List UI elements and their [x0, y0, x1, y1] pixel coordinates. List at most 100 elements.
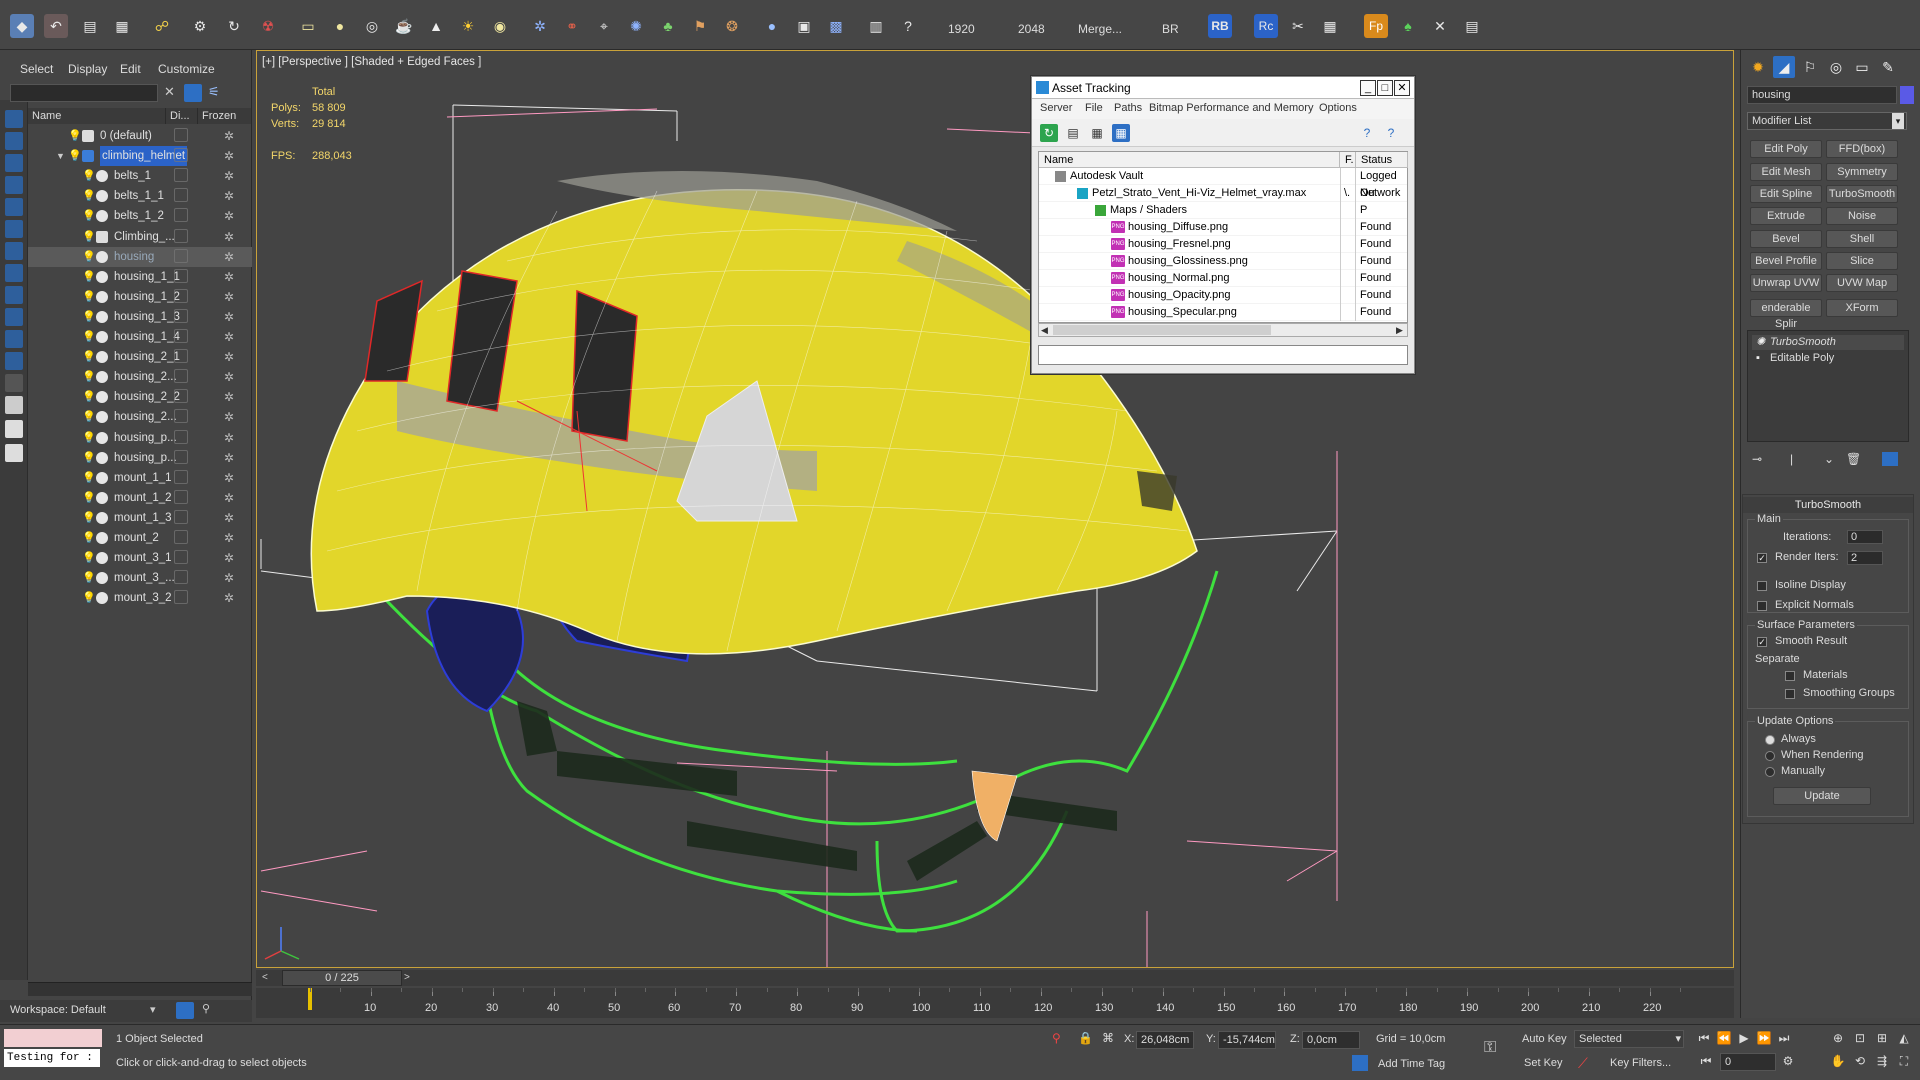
menu-edit[interactable]: Edit [120, 62, 141, 76]
freeze-icon[interactable]: ✲ [224, 508, 234, 528]
materials-checkbox[interactable] [1785, 671, 1795, 681]
list-view-icon[interactable]: ▤ [1064, 124, 1082, 142]
workspace-selector[interactable]: Workspace: Default ▾ ⚲ [0, 1000, 252, 1022]
table-icon[interactable]: ▦ [1318, 14, 1342, 38]
asset-row[interactable]: PNG housing_Specular.png Found [1039, 304, 1407, 321]
display-toggle-icon[interactable] [174, 148, 188, 162]
tree-row[interactable]: 💡 mount_3_... ✲ [28, 568, 252, 588]
asset-menu-file[interactable]: File [1085, 102, 1103, 114]
display-toggle-icon[interactable] [174, 389, 188, 403]
wrench-icon[interactable]: ✕ [1428, 14, 1452, 38]
tree-row[interactable]: 💡 mount_3_2 ✲ [28, 588, 252, 608]
freeze-icon[interactable]: ✲ [224, 186, 234, 206]
filter-shapes-icon[interactable] [5, 132, 23, 150]
object-name-field[interactable]: housing [1747, 86, 1897, 104]
tree-row[interactable]: 💡 housing_2... ✲ [28, 367, 252, 387]
freeze-icon[interactable]: ✲ [224, 126, 234, 146]
tree-row[interactable]: 💡 housing_p... ✲ [28, 428, 252, 448]
visibility-bulb-icon[interactable]: 💡 [82, 231, 96, 243]
freeze-icon[interactable]: ✲ [224, 428, 234, 448]
print-size-icon[interactable]: ▥ [864, 14, 888, 38]
freeze-icon[interactable]: ✲ [224, 568, 234, 588]
filter-cameras-icon[interactable] [5, 176, 23, 194]
asset-row[interactable]: PNG housing_Diffuse.png Found [1039, 219, 1407, 236]
visibility-bulb-icon[interactable]: 💡 [82, 512, 96, 524]
tree-row[interactable]: 💡 Climbing_... ✲ [28, 227, 252, 247]
filter-toggle-icon[interactable] [184, 84, 202, 102]
tree-row[interactable]: 💡 housing_2... ✲ [28, 407, 252, 427]
asset-column-status[interactable]: Status [1356, 152, 1408, 168]
manually-radio[interactable] [1765, 767, 1775, 777]
display-toggle-icon[interactable] [174, 430, 188, 444]
display-toggle-icon[interactable] [174, 409, 188, 423]
next-frame-icon[interactable]: ⏩ [1756, 1030, 1772, 1046]
maximize-button[interactable]: □ [1377, 80, 1393, 96]
zoom-icon[interactable]: ⊕ [1830, 1030, 1846, 1046]
thumbnail-view-icon[interactable]: ▦ [1088, 124, 1106, 142]
sun-icon[interactable]: ☀ [456, 14, 480, 38]
display-toggle-icon[interactable] [174, 590, 188, 604]
rc-button[interactable]: Rc [1254, 14, 1278, 38]
remove-modifier-icon[interactable]: 🗑 [1846, 452, 1861, 466]
maxscript-input[interactable]: Testing for : [4, 1049, 100, 1067]
modifier-button[interactable]: Edit Spline [1750, 185, 1822, 203]
bind-icon[interactable]: ⚙ [188, 14, 212, 38]
display-toggle-icon[interactable] [174, 208, 188, 222]
visibility-bulb-icon[interactable]: 💡 [82, 432, 96, 444]
visibility-bulb-icon[interactable]: 💡 [82, 170, 96, 182]
visibility-bulb-icon[interactable]: 💡 [68, 130, 82, 142]
time-prev-icon[interactable]: < [262, 972, 268, 983]
asset-tracking-title[interactable]: Asset Tracking [1032, 77, 1414, 99]
hr-icon[interactable]: ⚑ [688, 14, 712, 38]
tree-icon[interactable]: ♠ [1396, 14, 1420, 38]
render-height[interactable]: 2048 [1018, 22, 1045, 36]
help-icon[interactable]: ? [896, 14, 920, 38]
tree-row[interactable]: 💡 housing_2_2 ✲ [28, 387, 252, 407]
rb-button[interactable]: RB [1208, 14, 1232, 38]
visibility-bulb-icon[interactable]: 💡 [82, 411, 96, 423]
key-icon[interactable]: ⚿ [1484, 1039, 1496, 1057]
display-toggle-icon[interactable] [174, 349, 188, 363]
add-time-tag[interactable]: Add Time Tag [1378, 1058, 1445, 1070]
refresh-icon[interactable]: ↻ [1040, 124, 1058, 142]
maxscript-listener-pink[interactable] [4, 1029, 102, 1047]
display-toggle-icon[interactable] [174, 490, 188, 504]
filter-all-icon[interactable] [5, 374, 23, 392]
freeze-icon[interactable]: ✲ [224, 146, 234, 166]
asset-horizontal-scrollbar[interactable]: ◀ ▶ [1038, 323, 1408, 337]
cone-icon[interactable]: ▲ [424, 14, 448, 38]
visibility-bulb-icon[interactable]: 💡 [82, 311, 96, 323]
viewport-label[interactable]: [+] [Perspective ] [Shaded + Edged Faces… [262, 56, 481, 68]
asset-menu-bitmap[interactable]: Bitmap Performance and Memory [1149, 102, 1313, 114]
modifier-button[interactable]: Slice [1826, 252, 1898, 270]
visibility-bulb-icon[interactable]: 💡 [82, 572, 96, 584]
doc-icon[interactable]: ▤ [78, 14, 102, 38]
freeze-icon[interactable]: ✲ [224, 367, 234, 387]
scroll-left-icon[interactable]: ◀ [1041, 325, 1048, 336]
context-help-icon[interactable]: ? [1382, 124, 1400, 142]
go-to-start-icon[interactable]: ⏮ [1696, 1030, 1712, 1046]
asset-column-f[interactable]: F. [1340, 152, 1356, 168]
tree-row[interactable]: 💡 mount_2 ✲ [28, 528, 252, 548]
tree-row[interactable]: 💡 housing ✲ [28, 247, 252, 267]
br-button[interactable]: BR [1162, 22, 1179, 36]
hair-icon[interactable]: ✺ [624, 14, 648, 38]
visibility-bulb-icon[interactable]: 💡 [82, 251, 96, 263]
auto-key-button[interactable]: Auto Key [1522, 1033, 1567, 1045]
pin-stack-icon[interactable]: ⊸ [1752, 452, 1762, 466]
iterations-spinner[interactable]: 0 [1847, 530, 1883, 544]
visibility-bulb-icon[interactable]: 💡 [82, 472, 96, 484]
rollout-title[interactable]: TurboSmooth [1743, 497, 1913, 513]
display-toggle-icon[interactable] [174, 229, 188, 243]
filter-none-icon[interactable] [5, 396, 23, 414]
minimize-button[interactable]: _ [1360, 80, 1376, 96]
asset-menu-server[interactable]: Server [1040, 102, 1072, 114]
stack-item-turbosmooth[interactable]: ✺ TurboSmooth [1752, 335, 1904, 350]
filter-frozen-icon[interactable] [5, 330, 23, 348]
freeze-icon[interactable]: ✲ [224, 407, 234, 427]
freeze-icon[interactable]: ✲ [224, 448, 234, 468]
make-unique-icon[interactable]: ⌄ [1824, 452, 1834, 466]
modifier-button[interactable]: Extrude [1750, 207, 1822, 225]
teapot-icon[interactable]: ☕ [392, 14, 416, 38]
freeze-icon[interactable]: ✲ [224, 307, 234, 327]
